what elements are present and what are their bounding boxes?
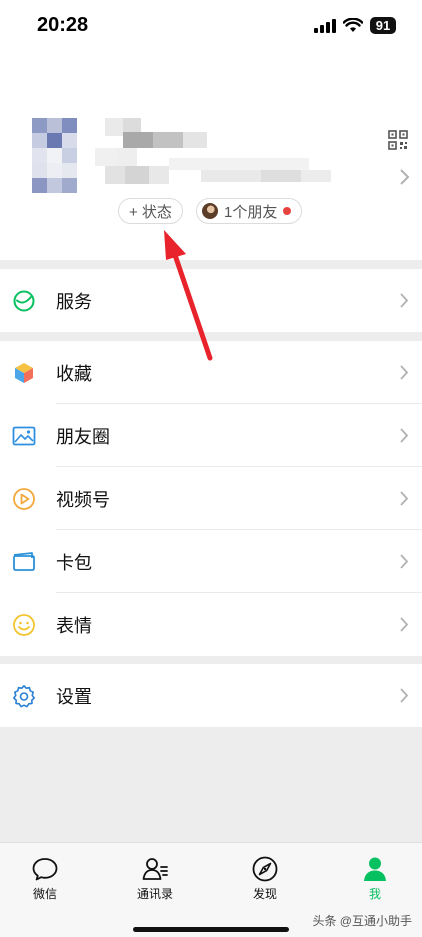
tab-chats[interactable]: 微信 <box>5 855 85 902</box>
favorites-icon <box>15 363 33 383</box>
settings-label: 设置 <box>56 686 92 707</box>
cards-label: 卡包 <box>56 552 92 573</box>
menu-item-moments[interactable]: 朋友圈 <box>0 404 422 467</box>
chevron-right-icon <box>400 491 409 506</box>
chevron-right-icon <box>400 428 409 443</box>
discover-icon <box>252 856 278 882</box>
moments-icon <box>12 426 36 446</box>
menu-group-settings: 设置 <box>0 664 422 727</box>
unread-dot <box>283 207 292 215</box>
menu-item-settings[interactable]: 设置 <box>0 664 422 727</box>
tab-me[interactable]: 我 <box>335 855 415 902</box>
annotation-arrow-icon <box>164 230 213 361</box>
status-bar: 20:28 91 <box>0 0 422 54</box>
watermark: 头条 @互通小助手 <box>312 914 412 928</box>
status-time: 20:28 <box>37 14 89 36</box>
add-status-label: + 状态 <box>129 203 172 221</box>
friend-avatar <box>202 203 218 219</box>
stickers-label: 表情 <box>56 615 92 636</box>
tab-contacts-label: 通讯录 <box>136 887 173 901</box>
tab-chats-label: 微信 <box>32 887 57 901</box>
settings-icon <box>13 685 35 708</box>
friends-status-label: 1个朋友 <box>224 203 278 221</box>
contacts-icon <box>142 858 168 880</box>
tab-discover[interactable]: 发现 <box>225 855 305 902</box>
avatar[interactable] <box>32 118 78 194</box>
channels-label: 视频号 <box>56 489 110 510</box>
home-indicator <box>133 927 289 932</box>
nickname-blurred <box>95 118 335 196</box>
tab-discover-label: 发现 <box>252 887 277 901</box>
wifi-icon <box>343 18 363 32</box>
channels-icon <box>13 488 35 510</box>
tab-contacts[interactable]: 通讯录 <box>115 855 195 902</box>
menu-item-channels[interactable]: 视频号 <box>0 467 422 530</box>
chevron-right-icon <box>400 293 409 308</box>
tab-me-label: 我 <box>368 887 381 901</box>
signal-icon <box>314 18 336 33</box>
stickers-icon <box>13 614 35 636</box>
chevron-right-icon <box>400 365 409 380</box>
battery-level: 91 <box>370 17 396 34</box>
menu-item-stickers[interactable]: 表情 <box>0 593 422 656</box>
moments-label: 朋友圈 <box>56 426 110 447</box>
cards-icon <box>13 552 35 571</box>
chevron-right-icon <box>400 554 409 569</box>
qr-code-icon[interactable] <box>388 130 408 150</box>
services-icon <box>13 290 35 312</box>
chevron-right-icon <box>400 688 409 703</box>
menu-item-cards[interactable]: 卡包 <box>0 530 422 593</box>
services-label: 服务 <box>56 291 92 312</box>
chevron-right-icon <box>400 169 410 185</box>
me-icon <box>364 857 386 881</box>
status-icons: 91 <box>314 17 396 34</box>
chats-icon <box>32 858 58 881</box>
favorites-label: 收藏 <box>56 363 92 384</box>
menu-group-main: 收藏 朋友圈 视频号 卡包 表情 <box>0 341 422 656</box>
chevron-right-icon <box>400 617 409 632</box>
